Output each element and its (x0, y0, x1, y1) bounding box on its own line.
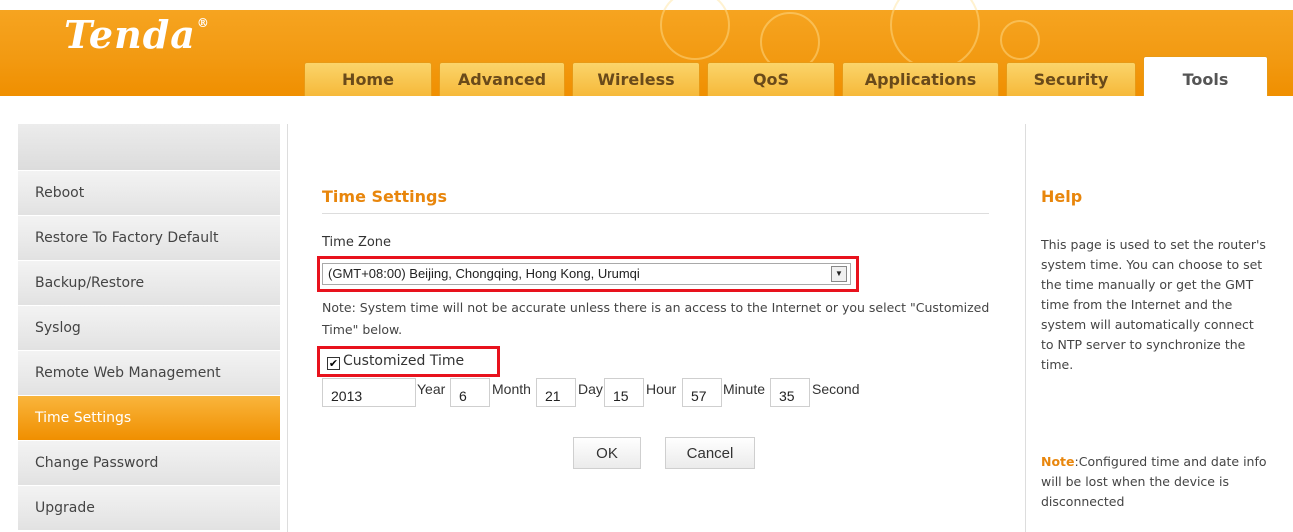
sidebar-item-label: Remote Web Management (35, 365, 221, 381)
tenda-logo[interactable]: Tenda® (64, 12, 210, 57)
cancel-button[interactable]: Cancel (665, 437, 755, 469)
help-note: Note:Configured time and date info will … (1041, 452, 1269, 512)
tab-home[interactable]: Home (304, 62, 432, 96)
help-title: Help (1041, 187, 1083, 206)
sidebar-item-backup-restore[interactable]: Backup/Restore (18, 260, 280, 305)
top-strip (0, 0, 1293, 10)
time-zone-label: Time Zone (322, 235, 392, 250)
tab-label: Applications (864, 70, 977, 89)
sidebar-item-label: Syslog (35, 320, 81, 336)
tab-tools[interactable]: Tools (1143, 56, 1268, 96)
minute-input[interactable]: 57 (682, 378, 722, 407)
ok-button[interactable]: OK (573, 437, 641, 469)
sidebar-item-label: Restore To Factory Default (35, 230, 219, 246)
sidebar-item-syslog[interactable]: Syslog (18, 305, 280, 350)
divider (287, 124, 288, 532)
help-note-text: :Configured time and date info will be l… (1041, 454, 1267, 509)
minute-label: Minute (723, 381, 766, 397)
page-title: Time Settings (322, 187, 448, 206)
sidebar-item-label: Time Settings (35, 410, 132, 426)
sidebar-item-change-password[interactable]: Change Password (18, 440, 280, 485)
tab-wireless[interactable]: Wireless (572, 62, 700, 96)
day-label: Day (578, 381, 603, 397)
header-bar: Tenda® Home Advanced Wireless QoS Applic… (0, 0, 1293, 96)
sidebar: Reboot Restore To Factory Default Backup… (18, 124, 280, 530)
year-label: Year (417, 381, 446, 397)
second-input[interactable]: 35 (770, 378, 810, 407)
sidebar-item-label: Reboot (35, 185, 85, 201)
hour-input[interactable]: 15 (604, 378, 644, 407)
tab-label: Wireless (597, 70, 675, 89)
trademark: ® (196, 16, 210, 30)
tab-label: QoS (752, 70, 790, 89)
day-input[interactable]: 21 (536, 378, 576, 407)
sidebar-item-time-settings[interactable]: Time Settings (18, 395, 280, 440)
hour-label: Hour (646, 381, 677, 397)
decor-circle (660, 0, 730, 60)
help-note-label: Note (1041, 454, 1075, 469)
tab-label: Advanced (457, 70, 547, 89)
second-label: Second (812, 381, 860, 397)
tab-security[interactable]: Security (1006, 62, 1136, 96)
sidebar-item-label: Change Password (35, 455, 159, 471)
tab-applications[interactable]: Applications (842, 62, 999, 96)
logo-text: Tenda (64, 12, 196, 57)
tab-qos[interactable]: QoS (707, 62, 835, 96)
sidebar-item-reboot[interactable]: Reboot (18, 170, 280, 215)
highlight-box (317, 256, 859, 292)
time-note: Note: System time will not be accurate u… (322, 300, 990, 337)
help-text: This page is used to set the router's sy… (1041, 237, 1266, 372)
highlight-box (317, 346, 500, 377)
tab-label: Home (342, 70, 394, 89)
sidebar-top (18, 124, 280, 170)
title-divider (322, 213, 989, 214)
divider (1025, 124, 1026, 532)
month-input[interactable]: 6 (450, 378, 490, 407)
main-tabs: Home Advanced Wireless QoS Applications … (304, 56, 1275, 96)
sidebar-item-restore-factory-default[interactable]: Restore To Factory Default (18, 215, 280, 260)
tab-label: Security (1033, 70, 1109, 89)
sidebar-item-remote-web-management[interactable]: Remote Web Management (18, 350, 280, 395)
decor-circle (1000, 20, 1040, 60)
sidebar-item-label: Upgrade (35, 500, 95, 516)
sidebar-item-label: Backup/Restore (35, 275, 145, 291)
year-input[interactable]: 2013 (322, 378, 416, 407)
tab-label: Tools (1182, 70, 1229, 89)
month-label: Month (492, 381, 531, 397)
sidebar-item-upgrade[interactable]: Upgrade (18, 485, 280, 530)
tab-advanced[interactable]: Advanced (439, 62, 565, 96)
decor-circle (890, 0, 980, 70)
